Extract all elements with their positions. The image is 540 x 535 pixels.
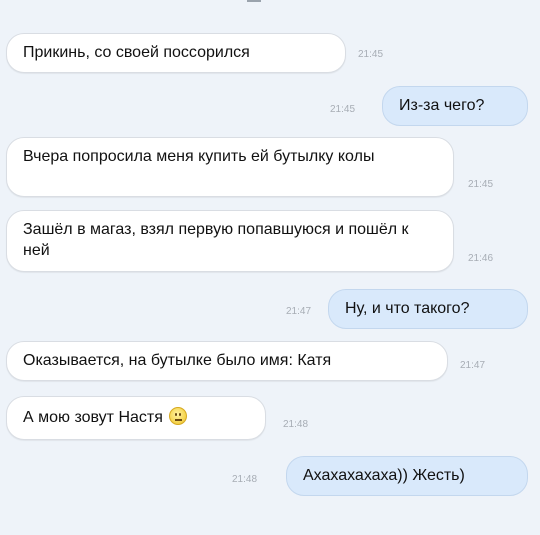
message-time: 21:45: [358, 49, 384, 60]
message-time: 21:47: [460, 360, 486, 371]
message-time: 21:45: [468, 179, 494, 190]
neutral-face-icon: [168, 407, 187, 425]
incoming-message[interactable]: Вчера попросила меня купить ей бутылку к…: [6, 137, 454, 197]
top-divider: [247, 0, 261, 2]
message-text: Прикинь, со своей поссорился: [23, 44, 250, 61]
message-time: 21:48: [232, 474, 258, 485]
message-text: Зашёл в магаз, взял первую попавшуюся и …: [23, 221, 409, 259]
message-text: А мою зовут Настя: [23, 409, 163, 426]
incoming-message[interactable]: А мою зовут Настя: [6, 396, 266, 440]
incoming-message[interactable]: Оказывается, на бутылке было имя: Катя: [6, 341, 448, 381]
message-text: Оказывается, на бутылке было имя: Катя: [23, 352, 332, 369]
outgoing-message[interactable]: Из-за чего?: [382, 86, 528, 126]
message-time: 21:45: [330, 104, 356, 115]
outgoing-message[interactable]: Ну, и что такого?: [328, 289, 528, 329]
outgoing-message[interactable]: Ахахахахаха)) Жесть): [286, 456, 528, 496]
message-time: 21:46: [468, 253, 494, 264]
message-text: Вчера попросила меня купить ей бутылку к…: [23, 148, 375, 165]
message-text: Ну, и что такого?: [345, 300, 470, 317]
message-text: Из-за чего?: [399, 97, 485, 114]
incoming-message[interactable]: Зашёл в магаз, взял первую попавшуюся и …: [6, 210, 454, 272]
message-text: Ахахахахаха)) Жесть): [303, 467, 465, 484]
incoming-message[interactable]: Прикинь, со своей поссорился: [6, 33, 346, 73]
message-time: 21:48: [283, 419, 309, 430]
message-time: 21:47: [286, 306, 312, 317]
